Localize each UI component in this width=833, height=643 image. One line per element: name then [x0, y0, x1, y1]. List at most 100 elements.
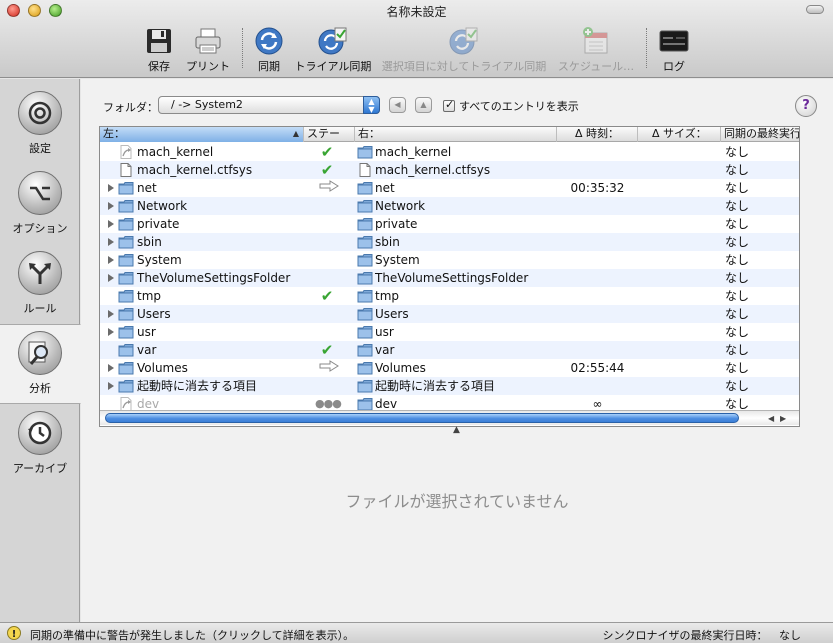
save-button[interactable]: 保存 [142, 26, 176, 74]
folder-icon [118, 199, 134, 213]
show-all-entries-checkbox[interactable]: すべてのエントリを表示 [443, 98, 579, 114]
fork-arrows-icon [18, 251, 62, 295]
scroll-right-arrow-icon[interactable]: ▶ [780, 414, 786, 423]
column-header-left[interactable]: 左： ▲ [100, 127, 304, 142]
time-delta: 02:55:44 [570, 361, 625, 375]
last-sync-cell: なし [725, 271, 750, 285]
trial-sync-icon [318, 27, 347, 55]
time-delta [557, 287, 638, 305]
folder-icon [118, 217, 134, 231]
column-header-size[interactable]: Δ サイズ： [638, 127, 721, 142]
time-delta: 00:35:32 [570, 181, 625, 195]
checkbox-checked[interactable] [443, 98, 455, 112]
last-sync-summary: シンクロナイザの最終実行日時： なし [603, 627, 802, 643]
table-row[interactable]: tmp ✔ tmp なし [100, 287, 799, 305]
disclosure-triangle-icon[interactable] [108, 184, 114, 192]
folder-icon [357, 199, 373, 213]
disclosure-triangle-icon[interactable] [108, 256, 114, 264]
time-delta [557, 251, 638, 269]
up-button[interactable]: ▲ [415, 97, 432, 113]
sidebar-item-analysis[interactable]: 分析 [0, 324, 81, 404]
right-item-name: 起動時に消去する項目 [375, 379, 496, 393]
column-header-last-sync[interactable]: 同期の最終実行 [721, 127, 799, 142]
folder-label: フォルダ： [103, 101, 158, 114]
table-row[interactable]: Network Network なし [100, 197, 799, 215]
table-row[interactable]: mach_kernel.ctfsys ✔ mach_kernel.ctfsys なし [100, 161, 799, 179]
folder-popup[interactable]: / -> System2 ▲ ▼ [158, 96, 380, 114]
right-arrow-icon [319, 360, 339, 376]
table-row[interactable]: usr usr なし [100, 323, 799, 341]
folder-icon [118, 235, 134, 249]
last-sync-cell: なし [725, 181, 750, 195]
table-row[interactable]: private private なし [100, 215, 799, 233]
horizontal-scroll-thumb[interactable] [105, 413, 739, 423]
sidebar-item-archive[interactable]: アーカイブ [0, 405, 80, 485]
sidebar-item-label: ルール [23, 302, 57, 315]
status-bar[interactable]: ! 同期の準備中に警告が発生しました（クリックして詳細を表示）。 シンクロナイザ… [0, 622, 833, 643]
scroll-left-arrow-icon[interactable]: ◀ [768, 414, 774, 423]
left-item-name: private [137, 217, 180, 231]
left-item-name: tmp [137, 289, 162, 303]
disclosure-triangle-icon[interactable] [108, 382, 114, 390]
last-sync-cell: なし [725, 145, 750, 159]
left-item-name: mach_kernel.ctfsys [137, 163, 253, 177]
size-delta [638, 377, 721, 395]
size-delta [638, 179, 721, 197]
column-header-size-label: Δ サイズ： [652, 127, 707, 140]
disclosure-triangle-icon[interactable] [108, 364, 114, 372]
table-row[interactable]: Volumes Volumes 02:55:44 なし [100, 359, 799, 377]
table-row[interactable]: TheVolumeSettingsFolder TheVolumeSettings… [100, 269, 799, 287]
table-row[interactable]: sbin sbin なし [100, 233, 799, 251]
column-header-status[interactable]: ステー [304, 127, 355, 142]
column-header-time[interactable]: Δ 時刻： [557, 127, 638, 142]
disclosure-triangle-icon[interactable] [108, 310, 114, 318]
trial-sync-button[interactable]: トライアル同期 [293, 26, 373, 74]
size-delta [638, 251, 721, 269]
schedule-button[interactable]: スケジュール… [556, 26, 636, 74]
size-delta [638, 143, 721, 161]
previous-button[interactable]: ◀ [389, 97, 406, 113]
table-row[interactable]: 起動時に消去する項目 起動時に消去する項目 なし [100, 377, 799, 395]
last-sync-cell: なし [725, 325, 750, 339]
settings-icon [18, 91, 62, 135]
toolbar-toggle-button[interactable] [806, 5, 824, 14]
disclosure-triangle-icon[interactable] [108, 220, 114, 228]
time-delta [557, 143, 638, 161]
sidebar-item-label: 分析 [29, 382, 51, 395]
left-item-name: var [137, 343, 157, 357]
left-item-name: Volumes [137, 361, 188, 375]
right-item-name: Volumes [375, 361, 426, 375]
column-header-status-label: ステー [307, 127, 340, 140]
sidebar-item-rules[interactable]: ルール [0, 245, 80, 325]
right-item-name: net [375, 181, 395, 195]
horizontal-scrollbar[interactable]: ◀ ▶ [100, 410, 799, 425]
table-row[interactable]: Users Users なし [100, 305, 799, 323]
right-item-name: TheVolumeSettingsFolder [375, 271, 529, 285]
trial-sync-selected-button[interactable]: 選択項目に対してトライアル同期 [380, 26, 548, 74]
last-sync-cell: なし [725, 289, 750, 303]
table-row[interactable]: mach_kernel ✔ mach_kernel なし [100, 143, 799, 161]
sidebar-item-label: 設定 [29, 142, 51, 155]
sync-button[interactable]: 同期 [252, 26, 286, 74]
table-row[interactable]: net net 00:35:32 なし [100, 179, 799, 197]
help-button[interactable]: ? [795, 95, 817, 117]
sidebar-item-settings[interactable]: 設定 [0, 85, 80, 165]
trial-sync-label: トライアル同期 [294, 60, 372, 73]
folder-icon [357, 181, 373, 195]
disclosure-triangle-icon[interactable] [108, 202, 114, 210]
table-row[interactable]: var ✔ var なし [100, 341, 799, 359]
table-row[interactable]: System System なし [100, 251, 799, 269]
folder-icon [118, 307, 134, 321]
time-delta [557, 269, 638, 287]
status-message[interactable]: 同期の準備中に警告が発生しました（クリックして詳細を表示）。 [30, 627, 354, 643]
print-button[interactable]: プリント [183, 26, 233, 74]
column-header-right[interactable]: 右： [355, 127, 557, 142]
last-sync-cell: なし [725, 199, 750, 213]
sidebar-item-options[interactable]: オプション [0, 165, 80, 245]
disclosure-triangle-icon[interactable] [108, 274, 114, 282]
disclosure-triangle-icon[interactable] [108, 328, 114, 336]
split-view-handle-icon[interactable]: ▲ [453, 425, 460, 435]
log-button[interactable]: ログ [656, 26, 692, 74]
checkmark-icon: ✔ [320, 287, 334, 305]
disclosure-triangle-icon[interactable] [108, 238, 114, 246]
